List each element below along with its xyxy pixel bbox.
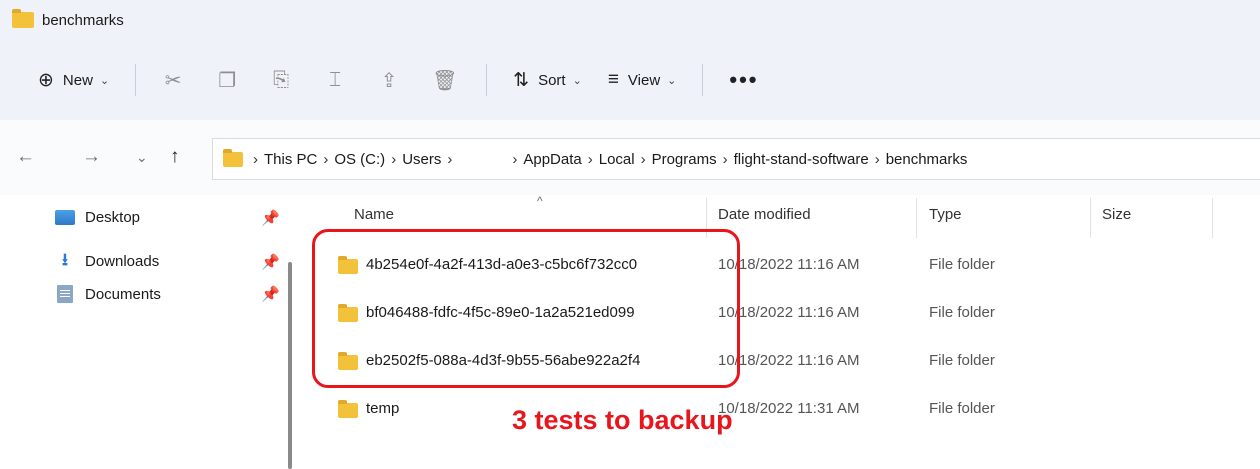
pin-icon[interactable]: 📌 (261, 209, 280, 227)
delete-icon[interactable]: 🗑 (432, 68, 457, 93)
breadcrumb-os-c[interactable]: OS (C:) (334, 151, 385, 168)
toolbar-divider (486, 64, 488, 96)
breadcrumb-programs[interactable]: Programs (652, 151, 717, 168)
sort-label: Sort (538, 71, 566, 89)
breadcrumb-this-pc[interactable]: This PC (264, 151, 317, 168)
pin-icon[interactable]: 📌 (261, 253, 280, 271)
annotation-label: 3 tests to backup (512, 405, 733, 435)
file-type: File folder (929, 400, 995, 417)
file-type: File folder (929, 304, 995, 321)
file-date: 10/18/2022 11:31 AM (718, 400, 860, 417)
copy-icon[interactable]: ❐ (216, 68, 238, 93)
toolbar-divider (135, 64, 137, 96)
file-type: File folder (929, 352, 995, 369)
breadcrumb-separator: › (722, 150, 728, 168)
sidebar-item-label: Downloads (85, 253, 160, 270)
breadcrumb-local[interactable]: Local (599, 151, 635, 168)
new-label: New (62, 71, 93, 89)
share-icon[interactable]: ⇪ (378, 68, 400, 93)
breadcrumb-appdata[interactable]: AppData (523, 151, 581, 168)
breadcrumb-separator: › (512, 150, 518, 168)
breadcrumb-separator: › (323, 150, 329, 168)
navigation-scrollbar[interactable] (288, 262, 292, 469)
pin-icon[interactable]: 📌 (261, 285, 280, 303)
column-header-size[interactable]: Size (1102, 206, 1131, 223)
top-region: benchmarks ⊕ New ⌄ ✂ ❐ ⎘ ⌶ ⇪ 🗑 ⇅ Sort ⌄ … (0, 0, 1260, 120)
column-divider[interactable] (1212, 198, 1213, 238)
window-title: benchmarks (42, 11, 124, 29)
folder-icon (223, 148, 243, 167)
chevron-down-icon: ⌄ (667, 74, 677, 87)
sort-icon: ⇅ (513, 69, 530, 91)
paste-icon[interactable]: ⎘ (270, 69, 292, 92)
file-row[interactable]: temp 10/18/2022 11:31 AM File folder (300, 386, 1260, 434)
title-bar: benchmarks (0, 0, 124, 40)
cut-icon[interactable]: ✂ (162, 68, 184, 93)
view-icon: ≡ (607, 69, 619, 90)
new-button[interactable]: ⊕ New ⌄ (38, 69, 109, 92)
address-bar[interactable]: › This PC › OS (C:) › Users › › AppData … (212, 138, 1260, 180)
folder-icon (338, 400, 358, 418)
sort-ascending-icon: ^ (537, 194, 543, 208)
chevron-down-icon: ⌄ (99, 74, 110, 87)
folder-icon (12, 9, 34, 28)
sidebar-item-label: Documents (85, 285, 161, 303)
sidebar-item-downloads[interactable]: ⭳ Downloads 📌 (55, 247, 285, 276)
breadcrumb-separator: › (587, 150, 593, 168)
sort-button[interactable]: ⇅ Sort ⌄ (513, 69, 582, 92)
column-header-date-modified[interactable]: Date modified (718, 206, 811, 223)
column-divider[interactable] (1090, 198, 1091, 238)
documents-icon (57, 285, 73, 303)
sidebar-item-desktop[interactable]: Desktop 📌 (55, 209, 285, 227)
command-bar: ⊕ New ⌄ ✂ ❐ ⎘ ⌶ ⇪ 🗑 ⇅ Sort ⌄ ≡ View ⌄ ••… (0, 56, 1260, 104)
breadcrumb-users[interactable]: Users (402, 151, 441, 168)
forward-arrow-icon[interactable]: → (82, 146, 101, 168)
column-header-type[interactable]: Type (929, 206, 962, 223)
navigation-pane: Desktop 📌 ⭳ Downloads 📌 Documents 📌 (0, 195, 300, 469)
chevron-down-icon: ⌄ (572, 74, 582, 87)
view-button[interactable]: ≡ View ⌄ (608, 69, 677, 91)
breadcrumb-flight-stand-software[interactable]: flight-stand-software (734, 151, 869, 168)
view-label: View (627, 71, 661, 89)
recent-locations-icon[interactable]: ⌄ (136, 149, 148, 166)
download-icon: ⭳ (62, 250, 68, 269)
back-arrow-icon[interactable]: ← (16, 146, 35, 168)
toolbar-divider (702, 64, 704, 96)
breadcrumb-separator: › (391, 150, 397, 168)
breadcrumb-separator: › (447, 150, 453, 168)
plus-circle-icon: ⊕ (38, 69, 54, 91)
sidebar-item-label: Desktop (85, 209, 141, 226)
breadcrumb-benchmarks[interactable]: benchmarks (886, 151, 968, 168)
rename-icon[interactable]: ⌶ (324, 69, 346, 92)
column-divider[interactable] (916, 198, 917, 238)
up-arrow-icon[interactable]: ↑ (170, 146, 180, 168)
annotation-highlight-box (312, 229, 740, 388)
sidebar-item-documents[interactable]: Documents 📌 (55, 285, 285, 303)
more-options-button[interactable]: ••• (729, 67, 758, 93)
file-type: File folder (929, 256, 995, 273)
breadcrumb-separator: › (640, 150, 646, 168)
desktop-icon (55, 210, 75, 225)
breadcrumb-separator: › (874, 150, 880, 168)
column-header-name[interactable]: Name (354, 206, 394, 223)
breadcrumb-separator: › (253, 150, 258, 168)
file-name[interactable]: temp (366, 400, 399, 417)
navigation-row: ← → ⌄ ↑ › This PC › OS (C:) › Users › › … (0, 120, 1260, 195)
